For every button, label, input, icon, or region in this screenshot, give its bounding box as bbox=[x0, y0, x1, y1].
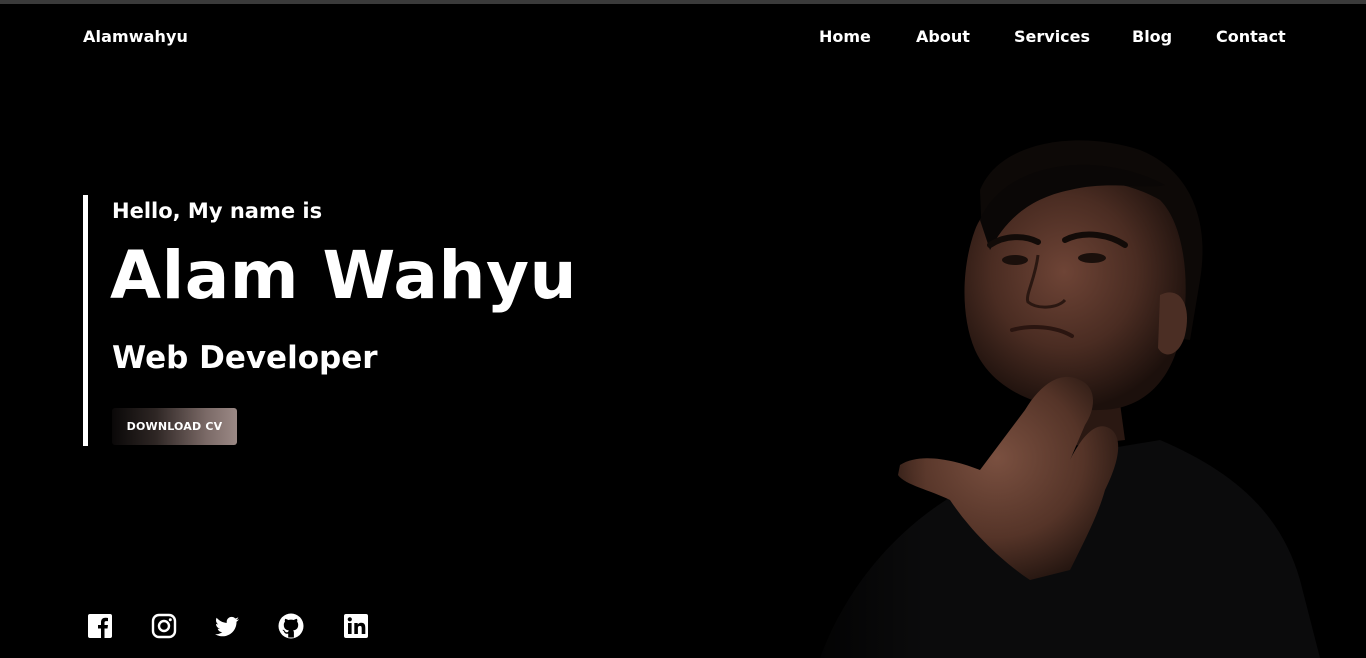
github-icon[interactable] bbox=[277, 612, 305, 640]
hero-portrait bbox=[780, 80, 1366, 658]
download-cv-button[interactable]: DOWNLOAD CV bbox=[112, 408, 237, 445]
nav-home[interactable]: Home bbox=[819, 27, 871, 46]
hero-name: Alam Wahyu bbox=[110, 237, 577, 314]
hero-accent-bar bbox=[83, 195, 88, 446]
top-border bbox=[0, 0, 1366, 4]
page: Alamwahyu Home About Services Blog Conta… bbox=[0, 0, 1366, 658]
linkedin-icon[interactable] bbox=[342, 612, 370, 640]
nav-contact[interactable]: Contact bbox=[1216, 27, 1286, 46]
nav-services[interactable]: Services bbox=[1014, 27, 1090, 46]
instagram-icon[interactable] bbox=[150, 612, 178, 640]
social-links bbox=[86, 612, 386, 640]
nav-blog[interactable]: Blog bbox=[1132, 27, 1172, 46]
hero-role: Web Developer bbox=[112, 340, 378, 376]
main-nav: Home About Services Blog Contact bbox=[0, 27, 1366, 49]
facebook-icon[interactable] bbox=[86, 612, 114, 640]
hero-greeting: Hello, My name is bbox=[112, 199, 323, 223]
twitter-icon[interactable] bbox=[213, 612, 241, 640]
nav-about[interactable]: About bbox=[916, 27, 970, 46]
